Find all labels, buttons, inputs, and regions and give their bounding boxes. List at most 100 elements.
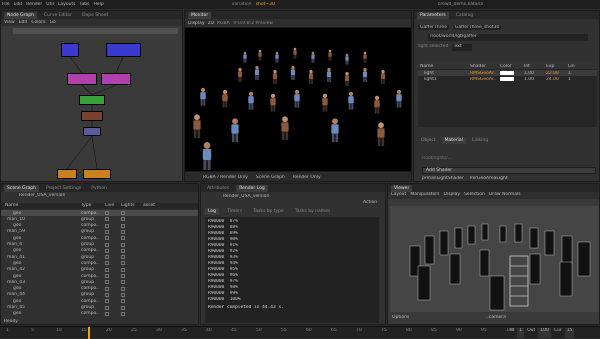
light-selected-select[interactable]: ext — [452, 44, 472, 51]
lights-checkbox[interactable] — [121, 292, 125, 297]
lights-checkbox[interactable] — [121, 229, 125, 234]
menu-file[interactable]: File — [2, 2, 10, 7]
lights-checkbox[interactable] — [121, 274, 125, 278]
node-name-field-2[interactable]: GafferThree_shot30 — [452, 24, 502, 30]
live-checkbox[interactable] — [105, 217, 109, 222]
menu-help[interactable]: Help — [93, 2, 103, 7]
light-int[interactable]: 1.00 — [524, 71, 546, 76]
tab-project-settings[interactable]: Project Settings — [43, 185, 84, 192]
scene-graph-row[interactable]: man_45 group — [1, 305, 198, 311]
lights-checkbox[interactable] — [121, 248, 125, 253]
light-lin[interactable]: 1 — [568, 77, 578, 82]
live-checkbox[interactable] — [105, 292, 109, 297]
out-field[interactable]: 100 — [538, 328, 551, 338]
scene-graph-row[interactable]: geo compo.. — [1, 260, 198, 266]
add-shader-button[interactable]: Add Shader — [422, 167, 596, 174]
tab-log[interactable]: Log — [205, 208, 220, 215]
current-frame-marker[interactable] — [88, 327, 90, 339]
lights-checkbox[interactable] — [121, 211, 125, 215]
light-exp[interactable]: 24.00 — [546, 77, 568, 82]
tab-python[interactable]: Python — [88, 185, 110, 192]
monitor-footer-mid[interactable]: Scene Graph — [256, 175, 285, 180]
live-checkbox[interactable] — [105, 248, 109, 253]
scene-graph-row[interactable]: geo compo.. — [1, 210, 198, 216]
action-button[interactable]: Action — [363, 200, 377, 205]
tab-attributes[interactable]: Attributes — [204, 185, 232, 192]
scene-graph-row[interactable]: geo compo.. — [1, 223, 198, 229]
lights-checkbox[interactable] — [121, 305, 125, 310]
render-log-output[interactable]: R90000 87% R90000 88% R90000 89% R90000 90%… — [205, 217, 379, 323]
display-select[interactable]: 2D — [208, 21, 214, 26]
light-color-swatch[interactable] — [500, 77, 514, 81]
menu-render[interactable]: Render — [26, 2, 42, 7]
monitor-footer-right[interactable]: Render Only — [293, 175, 321, 180]
light-row[interactable]: light1 RMSGeoAr.. 1.00 24.00 1 — [418, 76, 597, 82]
light-exp[interactable]: 22.00 — [546, 71, 568, 76]
menu-tabs[interactable]: Tabs — [80, 2, 90, 7]
scene-graph-row[interactable]: man_10 group — [1, 216, 198, 222]
res-label[interactable]: RGBA — [217, 21, 230, 26]
live-checkbox[interactable] — [105, 255, 109, 260]
node-name-field[interactable]: GafferThree — [418, 24, 449, 30]
shader-name[interactable]: PxrGeoAreaLight — [470, 176, 508, 181]
live-checkbox[interactable] — [105, 261, 109, 266]
live-checkbox[interactable] — [105, 305, 109, 310]
lights-checkbox[interactable] — [121, 223, 125, 228]
scene-graph-row[interactable]: geo compo.. — [1, 273, 198, 279]
viewer-camera[interactable]: ..camera — [486, 315, 506, 320]
in-field[interactable]: 1 — [517, 328, 525, 338]
scene-graph-row[interactable]: geo compo.. — [1, 248, 198, 254]
lights-checkbox[interactable] — [121, 280, 125, 285]
lights-checkbox[interactable] — [121, 242, 125, 247]
scene-graph-row[interactable]: geo compo.. — [1, 298, 198, 304]
tab-catalog[interactable]: Catalog — [453, 12, 476, 19]
live-checkbox[interactable] — [105, 280, 109, 285]
menu-util[interactable]: Util — [46, 2, 54, 7]
menu-edit[interactable]: Edit — [14, 2, 23, 7]
tab-render-log[interactable]: Render Log — [236, 184, 268, 192]
live-checkbox[interactable] — [105, 267, 109, 272]
viewer-menu-layout[interactable]: Layout — [391, 192, 406, 199]
light-color-swatch[interactable] — [500, 71, 514, 75]
tab-tasks-names[interactable]: Tasks by names — [292, 208, 334, 215]
lights-checkbox[interactable] — [121, 255, 125, 260]
render-viewport[interactable] — [185, 28, 411, 171]
timeline[interactable]: 1 5 10 15 20 25 30 35 40 45 50 55 60 65 70 75 80 85 90 95 10… — [0, 326, 600, 339]
lights-checkbox[interactable] — [121, 299, 125, 304]
render-version-label[interactable]: Render_USA_version — [19, 193, 65, 198]
tab-material[interactable]: Material — [441, 137, 466, 144]
lights-checkbox[interactable] — [121, 311, 125, 316]
live-checkbox[interactable] — [105, 274, 109, 278]
scene-graph-row[interactable]: man_41 group — [1, 254, 198, 260]
lights-checkbox[interactable] — [121, 217, 125, 222]
monitor-footer-left[interactable]: RGBA / Render Only — [203, 175, 248, 180]
shot-field[interactable]: shot~30 — [256, 2, 275, 7]
scene-graph-row[interactable]: man_44 group — [1, 292, 198, 298]
tab-monitor[interactable]: Monitor — [188, 11, 212, 19]
lights-checkbox[interactable] — [121, 261, 125, 266]
scene-graph-row[interactable]: man_42 group — [1, 267, 198, 273]
viewer-menu-normals[interactable]: Draw Normals — [489, 192, 521, 199]
shader-node-label[interactable]: prmanLightShader — [422, 176, 464, 181]
lights-checkbox[interactable] — [121, 236, 125, 241]
live-checkbox[interactable] — [105, 299, 109, 304]
scene-graph-row[interactable]: man_59 group — [1, 229, 198, 235]
live-checkbox[interactable] — [105, 242, 109, 247]
scene-graph-row[interactable]: geo compo.. — [1, 235, 198, 241]
live-checkbox[interactable] — [105, 223, 109, 228]
viewer-options[interactable]: Options — [392, 315, 409, 320]
viewer-menu-selection[interactable]: Selection — [464, 192, 485, 199]
lights-checkbox[interactable] — [121, 286, 125, 291]
tab-parameters[interactable]: Parameters — [417, 11, 449, 19]
viewer-menu-display[interactable]: Display — [443, 192, 460, 199]
live-checkbox[interactable] — [105, 236, 109, 241]
tab-object[interactable]: Object — [418, 137, 439, 144]
shader-path-field[interactable]: /root/lights/... — [422, 156, 592, 163]
location-path-field[interactable]: /root/world/lgt/gaffer — [428, 34, 588, 41]
tab-viewer[interactable]: Viewer — [391, 184, 413, 192]
cur-field[interactable]: 15 — [564, 328, 575, 338]
tab-tasks-type[interactable]: Tasks by type — [250, 208, 287, 215]
live-checkbox[interactable] — [105, 229, 109, 234]
scene-graph-row[interactable]: geo compo.. — [1, 286, 198, 292]
light-lin[interactable]: 1 — [568, 71, 578, 76]
